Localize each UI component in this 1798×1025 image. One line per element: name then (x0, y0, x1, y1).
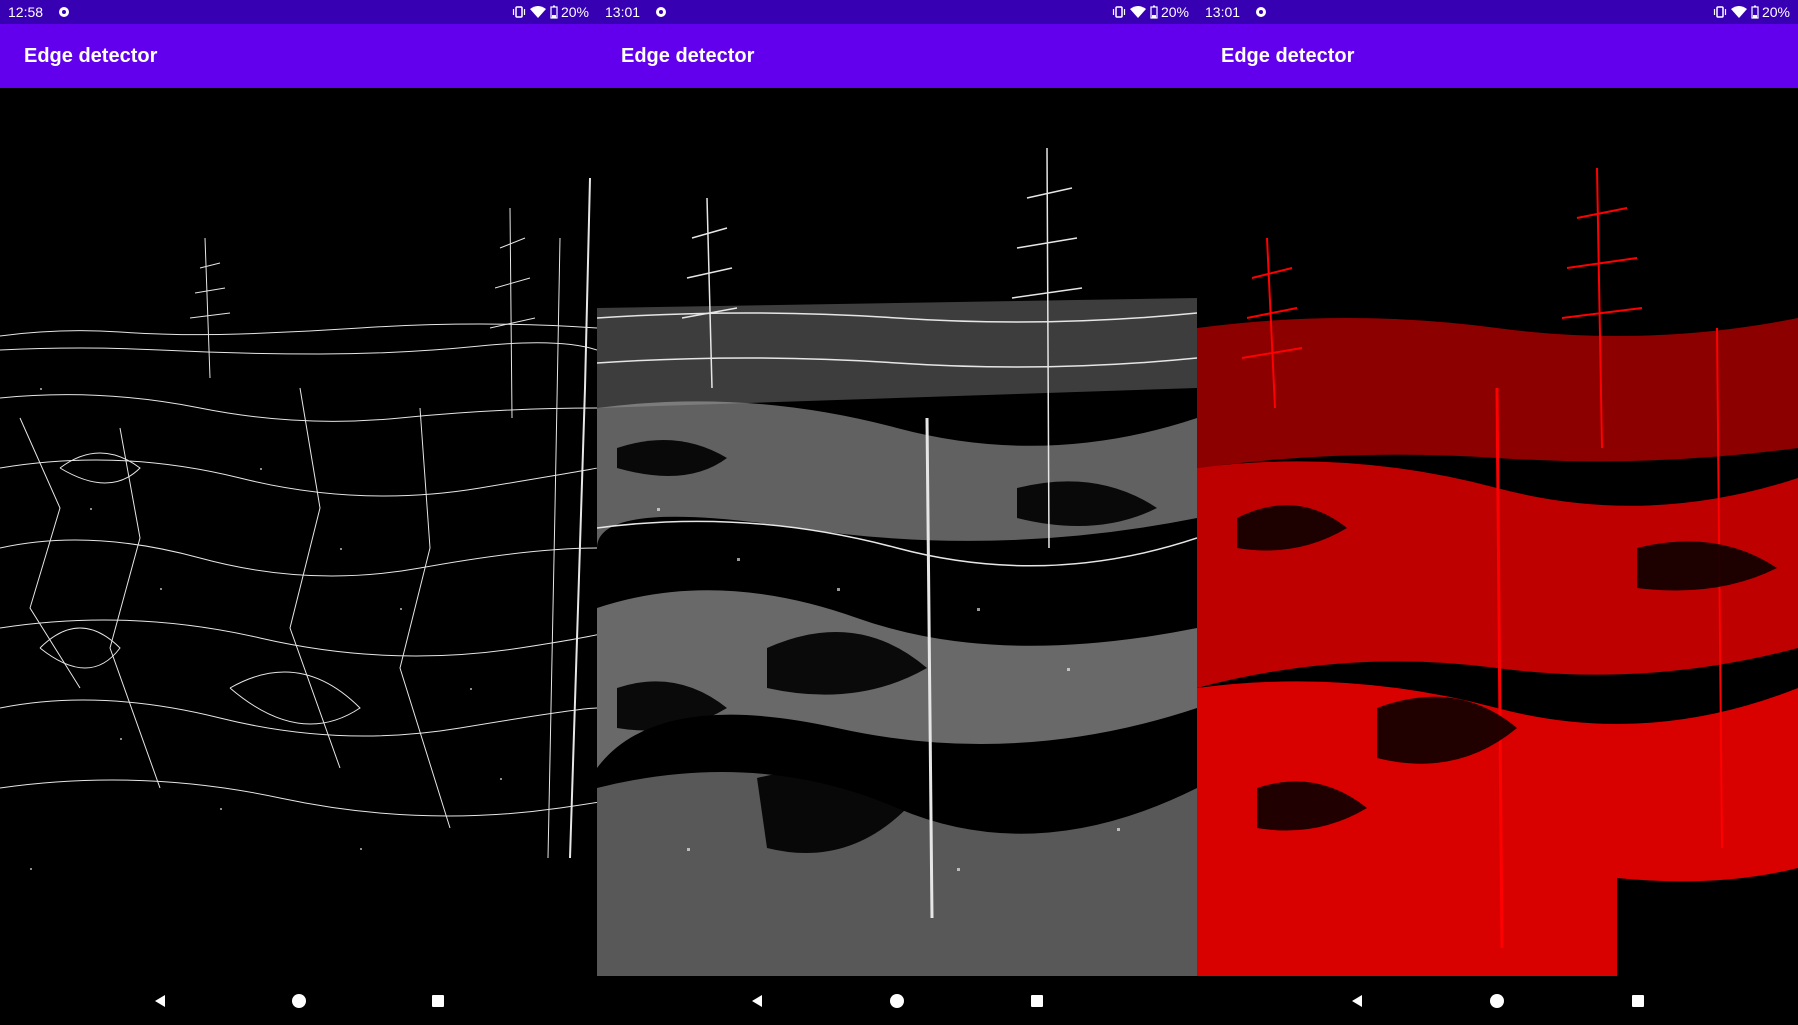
status-bar: 13:01 20% (597, 0, 1197, 24)
wifi-icon (529, 5, 546, 19)
system-nav-bar (1197, 976, 1798, 1025)
phone-screen-1: 12:58 20% Edge detector (0, 0, 597, 1025)
wifi-icon (1730, 5, 1747, 19)
battery-icon (1150, 5, 1158, 19)
status-time: 12:58 (8, 4, 44, 20)
gear-icon (1254, 5, 1268, 19)
camera-edge-preview (1197, 88, 1798, 976)
battery-percent: 20% (560, 4, 589, 20)
app-title: Edge detector (1221, 44, 1355, 67)
status-time: 13:01 (1205, 4, 1241, 20)
recents-square-icon[interactable] (1618, 981, 1658, 1021)
wifi-icon (1129, 5, 1146, 19)
home-circle-icon[interactable] (877, 981, 917, 1021)
back-triangle-icon[interactable] (1337, 981, 1377, 1021)
vibrate-icon (1713, 5, 1727, 19)
battery-percent: 20% (1761, 4, 1790, 20)
gear-icon (57, 5, 71, 19)
camera-edge-preview (0, 88, 597, 976)
vibrate-icon (1112, 5, 1126, 19)
gear-icon (654, 5, 668, 19)
status-bar: 13:01 20% (1197, 0, 1798, 24)
app-bar: Edge detector (597, 24, 1197, 88)
battery-icon (550, 5, 558, 19)
vibrate-icon (512, 5, 526, 19)
recents-square-icon[interactable] (418, 981, 458, 1021)
phone-screen-3: 13:01 20% Edge detector (1197, 0, 1798, 1025)
app-title: Edge detector (621, 44, 755, 67)
camera-edge-preview (597, 88, 1197, 976)
phone-screen-2: 13:01 20% Edge detector (597, 0, 1197, 1025)
status-time: 13:01 (605, 4, 641, 20)
battery-percent: 20% (1160, 4, 1189, 20)
back-triangle-icon[interactable] (140, 981, 180, 1021)
app-bar: Edge detector (1197, 24, 1798, 88)
back-triangle-icon[interactable] (737, 981, 777, 1021)
battery-icon (1751, 5, 1759, 19)
system-nav-bar (597, 976, 1197, 1025)
status-bar: 12:58 20% (0, 0, 597, 24)
home-circle-icon[interactable] (1477, 981, 1517, 1021)
app-bar: Edge detector (0, 24, 597, 88)
recents-square-icon[interactable] (1017, 981, 1057, 1021)
home-circle-icon[interactable] (279, 981, 319, 1021)
app-title: Edge detector (24, 44, 158, 67)
screenshot-strip: 12:58 20% Edge detector 13:01 20% Edge d… (0, 0, 1798, 1025)
system-nav-bar (0, 976, 597, 1025)
